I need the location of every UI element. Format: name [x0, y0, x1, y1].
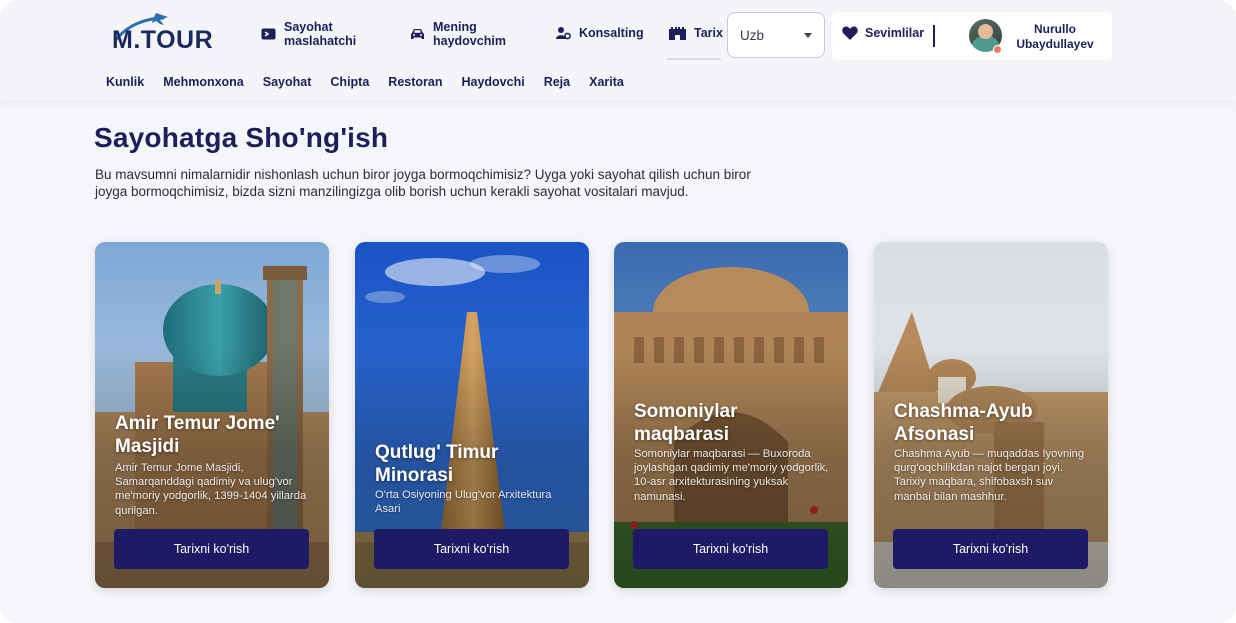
user-gear-icon: [556, 27, 571, 40]
card-title: Amir Temur Jome' Masjidi: [115, 413, 280, 457]
nav-travel-advisor[interactable]: Sayohat maslahatchi: [261, 20, 364, 48]
user-name[interactable]: Nurullo Ubaydullayev: [1010, 22, 1100, 52]
card-description: Chashma Ayub — muqaddas Iyovning qurg'oq…: [894, 448, 1085, 503]
page-title: Sayohatga Sho'ng'ish: [94, 122, 389, 153]
view-history-button[interactable]: Tarixni ko'rish: [114, 529, 309, 569]
view-history-button[interactable]: Tarixni ko'rish: [633, 529, 828, 569]
history-card[interactable]: Somoniylar maqbarasi Somoniylar maqbaras…: [614, 242, 848, 588]
history-card[interactable]: Chashma-Ayub Afsonasi Chashma Ayub — muq…: [874, 242, 1108, 588]
favorites-label: Sevimlilar: [865, 26, 925, 40]
nav-label: Konsalting: [579, 26, 644, 40]
car-icon: [411, 29, 424, 39]
card-description: Somoniylar maqbarasi — Buxoroda joylashg…: [634, 448, 829, 503]
chevron-down-icon: [804, 32, 812, 38]
subnav-item-haydovchi[interactable]: Haydovchi: [461, 75, 524, 89]
subnav-item-chipta[interactable]: Chipta: [330, 75, 369, 89]
heart-icon: [842, 26, 858, 40]
nav-label: Tarix: [694, 26, 723, 40]
subnav-item-sayohat[interactable]: Sayohat: [263, 75, 312, 89]
brand-logo[interactable]: M.TOUR: [108, 10, 244, 54]
ticket-icon: [261, 28, 276, 40]
language-value: Uzb: [740, 27, 765, 43]
card-title: Chashma-Ayub Afsonasi: [894, 401, 1033, 445]
top-header: M.TOUR Sayohat maslahatchi Mening haydov…: [0, 0, 1236, 100]
subnav-item-mehmonxona[interactable]: Mehmonxona: [163, 75, 244, 89]
language-select[interactable]: Uzb: [727, 12, 825, 58]
logo-text: M.TOUR: [112, 26, 214, 54]
card-title: Somoniylar maqbarasi: [634, 401, 738, 445]
favorites-button[interactable]: Sevimlilar: [842, 26, 924, 40]
subnav-item-restoran[interactable]: Restoran: [388, 75, 442, 89]
subnav-item-xarita[interactable]: Xarita: [589, 75, 624, 89]
history-card[interactable]: Amir Temur Jome' Masjidi Amir Temur Jome…: [95, 242, 329, 588]
castle-icon: [669, 27, 686, 40]
view-history-button[interactable]: Tarixni ko'rish: [893, 529, 1088, 569]
nav-history[interactable]: Tarix: [669, 26, 723, 40]
card-description: Amir Temur Jome Masjidi, Samarqanddagi q…: [115, 462, 307, 517]
card-title: Qutlug' Timur Minorasi: [375, 442, 499, 486]
nav-consulting[interactable]: Konsalting: [556, 26, 644, 40]
page-description: Bu mavsumni nimalarnidir nishonlash uchu…: [95, 167, 751, 199]
status-dot: [993, 45, 1002, 54]
nav-my-driver[interactable]: Mening haydovchim: [410, 20, 513, 48]
active-tab-indicator: [667, 58, 721, 60]
sub-navigation: Kunlik Mehmonxona Sayohat Chipta Restora…: [106, 75, 643, 89]
history-card[interactable]: Qutlug' Timur Minorasi O'rta Osiyoning U…: [355, 242, 589, 588]
view-history-button[interactable]: Tarixni ko'rish: [374, 529, 569, 569]
nav-label: Sayohat maslahatchi: [284, 20, 357, 48]
app-frame: M.TOUR Sayohat maslahatchi Mening haydov…: [0, 0, 1236, 623]
divider: [933, 25, 935, 47]
nav-label: Mening haydovchim: [433, 20, 506, 48]
subnav-item-kunlik[interactable]: Kunlik: [106, 75, 144, 89]
card-description: O'rta Osiyoning Ulug'vor Arxitektura Asa…: [375, 489, 552, 516]
subnav-item-reja[interactable]: Reja: [544, 75, 570, 89]
